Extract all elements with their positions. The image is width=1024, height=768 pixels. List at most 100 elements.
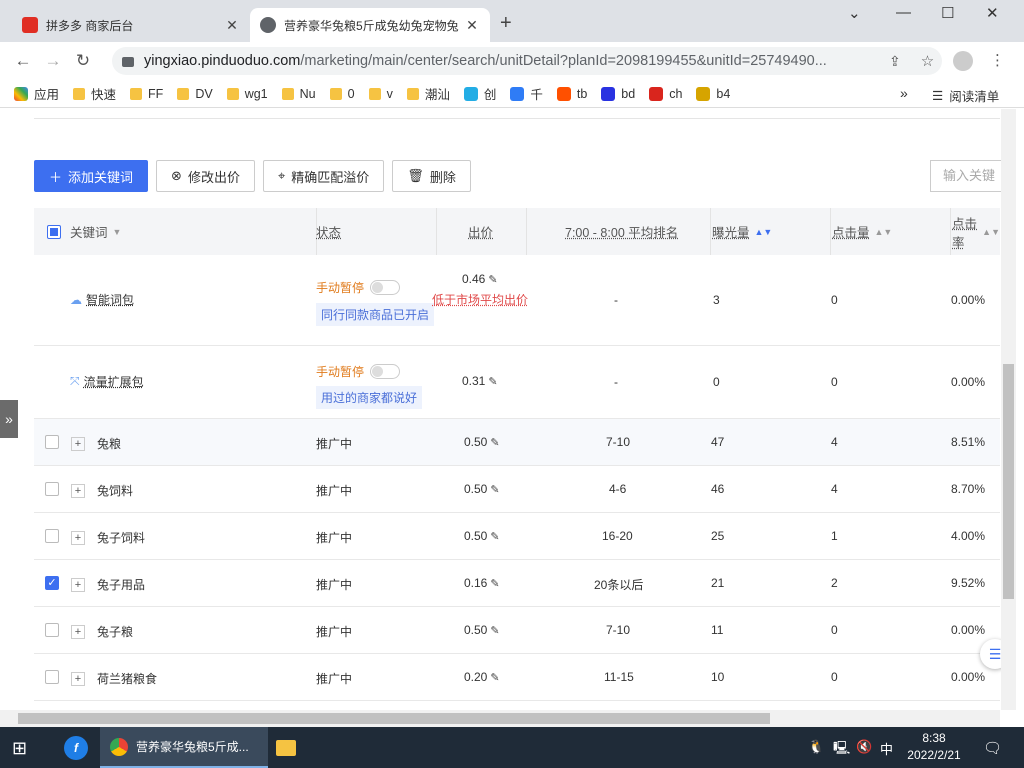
bookmark-folder[interactable]: 0 — [329, 87, 355, 101]
scroll-thumb[interactable] — [1003, 364, 1014, 599]
close-window-icon[interactable]: ✕ — [986, 4, 999, 22]
row-checkbox[interactable] — [45, 482, 59, 496]
maximize-icon[interactable]: ☐ — [941, 4, 954, 22]
select-all-checkbox[interactable] — [47, 224, 61, 239]
tab-product-detail[interactable]: 营养豪华兔粮5斤成兔幼兔宠物兔 ✕ — [250, 8, 490, 42]
header-clicks[interactable]: 点击量 ▲▼ — [832, 208, 892, 255]
edit-icon[interactable]: ✎ — [490, 671, 499, 684]
bookmark-link[interactable]: 千 — [510, 84, 543, 103]
share-icon[interactable]: ⇪ — [889, 53, 901, 70]
reload-icon[interactable]: ↻ — [68, 51, 98, 71]
horizontal-scrollbar[interactable] — [0, 710, 1000, 727]
bookmark-folder[interactable]: wg1 — [226, 87, 268, 101]
keyword-name[interactable]: 智能词包 — [86, 291, 134, 308]
bookmark-apps[interactable]: 应用 — [14, 84, 59, 103]
chrome-icon — [110, 737, 128, 756]
bookmark-link[interactable]: tb — [556, 86, 587, 101]
qq-icon[interactable]: 🐧 — [808, 739, 824, 755]
row-checkbox[interactable] — [45, 670, 59, 684]
scroll-thumb[interactable] — [18, 713, 770, 724]
url-field[interactable]: yingxiao.pinduoduo.com/marketing/main/ce… — [112, 47, 942, 75]
row-checkbox[interactable] — [45, 529, 59, 543]
expand-row-icon[interactable]: + — [71, 624, 85, 639]
delete-button[interactable]: 🗑 删除 — [392, 160, 471, 192]
edit-icon[interactable]: ✎ — [488, 375, 497, 388]
back-icon[interactable]: ← — [8, 51, 38, 71]
bookmark-link[interactable]: b4 — [696, 86, 730, 101]
notification-icon[interactable]: 🗨 — [983, 739, 1002, 757]
bookmark-link[interactable]: 创 — [463, 84, 496, 103]
close-icon[interactable]: ✕ — [224, 17, 240, 34]
clicks-value: 0 — [831, 375, 838, 389]
edit-icon[interactable]: ✎ — [490, 577, 499, 590]
expand-icon: ⤧ — [70, 374, 80, 388]
more-bookmarks-icon[interactable]: » — [900, 85, 908, 101]
bookmark-link[interactable]: ch — [649, 86, 682, 101]
table-row: ✓ + 兔子用品 推广中 0.16 ✎ 20条以后 21 2 9.52% — [34, 560, 1000, 607]
bookmark-folder[interactable]: FF — [130, 87, 163, 101]
bookmark-folder[interactable]: Nu — [281, 87, 316, 101]
close-icon[interactable]: ✕ — [464, 17, 480, 34]
edit-icon[interactable]: ✎ — [490, 436, 499, 449]
keyword-search-input[interactable]: 输入关键 — [930, 160, 1010, 192]
header-label: 7:00 - 8:00 平均排名 — [565, 226, 679, 240]
bookmark-label: v — [386, 86, 393, 101]
edit-icon[interactable]: ✎ — [490, 530, 499, 543]
menu-icon[interactable]: ⋮ — [990, 51, 1005, 69]
sort-icon[interactable]: ▲▼ — [755, 227, 773, 237]
status-toggle[interactable] — [370, 364, 401, 379]
status-toggle[interactable] — [370, 280, 401, 295]
header-ctr[interactable]: 点击率 ▲▼ — [952, 208, 1000, 255]
row-checkbox[interactable] — [45, 623, 59, 637]
edit-icon[interactable]: ✎ — [490, 624, 499, 637]
side-expand-tab[interactable]: » — [0, 400, 18, 438]
bookmark-link[interactable]: bd — [601, 86, 635, 101]
bid-value: 0.31 — [462, 374, 486, 388]
header-impressions[interactable]: 曝光量 ▲▼ — [712, 208, 772, 255]
network-icon[interactable]: 🖳 — [833, 739, 850, 761]
ime-indicator[interactable]: 中 — [880, 739, 893, 758]
windows-start-icon[interactable]: ⊞ — [12, 738, 27, 759]
add-keyword-button[interactable]: ＋ 添加关键词 — [34, 160, 149, 192]
keyword-name[interactable]: 流量扩展包 — [84, 373, 144, 390]
bid-value: 0.50 — [464, 482, 488, 496]
volume-muted-icon[interactable]: 🔇 — [856, 739, 872, 755]
flash-app-icon[interactable]: f — [56, 727, 96, 768]
new-tab-button[interactable]: + — [500, 12, 512, 35]
tab-search-icon[interactable]: ⌄ — [848, 4, 861, 22]
expand-row-icon[interactable]: + — [71, 577, 85, 592]
expand-row-icon[interactable]: + — [71, 530, 85, 545]
ctr-value: 4.00% — [951, 529, 986, 543]
tab-merchant-backend[interactable]: 拼多多 商家后台 ✕ — [12, 8, 250, 42]
bookmark-folder[interactable]: v — [368, 86, 393, 101]
bookmark-folder[interactable]: DV — [177, 87, 213, 101]
sort-icon[interactable]: ▲▼ — [982, 227, 1000, 237]
filter-icon[interactable]: ▼ — [113, 227, 122, 237]
minimize-icon[interactable]: — — [896, 4, 911, 21]
header-keyword[interactable]: 关键词 ▼ — [70, 208, 121, 255]
exact-match-premium-button[interactable]: ⌖ 精确匹配溢价 — [262, 160, 385, 192]
file-explorer-icon[interactable] — [272, 727, 300, 768]
vertical-scrollbar[interactable] — [1001, 109, 1016, 710]
row-checkbox[interactable] — [45, 435, 59, 449]
tab-title: 拼多多 商家后台 — [46, 18, 134, 33]
bookmark-folder[interactable]: 快速 — [73, 84, 116, 103]
forward-icon[interactable]: → — [38, 51, 68, 71]
table-row: + 兔饲料 推广中 0.50 ✎ 4-6 46 4 8.70% — [34, 466, 1000, 513]
expand-row-icon[interactable]: + — [71, 483, 85, 498]
table-header: 关键词 ▼ 状态 出价 7:00 - 8:00 平均排名 曝光量 ▲▼ 点击量 ▲▼ … — [34, 208, 1000, 255]
sort-icon[interactable]: ▲▼ — [875, 227, 893, 237]
star-icon[interactable]: ☆ — [921, 52, 934, 70]
profile-avatar[interactable] — [953, 51, 973, 71]
modify-bid-button[interactable]: ⊗ 修改出价 — [156, 160, 255, 192]
reading-list-button[interactable]: ☰ 阅读清单 — [932, 86, 999, 105]
expand-row-icon[interactable]: + — [71, 436, 85, 451]
edit-icon[interactable]: ✎ — [488, 273, 497, 286]
taskbar-clock[interactable]: 8:38 2022/2/21 — [902, 730, 966, 764]
bid-warning: 低于市场平均出价 — [432, 293, 529, 307]
bookmark-folder[interactable]: 潮汕 — [406, 84, 450, 103]
expand-row-icon[interactable]: + — [71, 671, 85, 686]
taskbar-chrome-window[interactable]: 营养豪华兔粮5斤成... — [100, 727, 268, 768]
row-checkbox[interactable]: ✓ — [45, 576, 59, 590]
edit-icon[interactable]: ✎ — [490, 483, 499, 496]
